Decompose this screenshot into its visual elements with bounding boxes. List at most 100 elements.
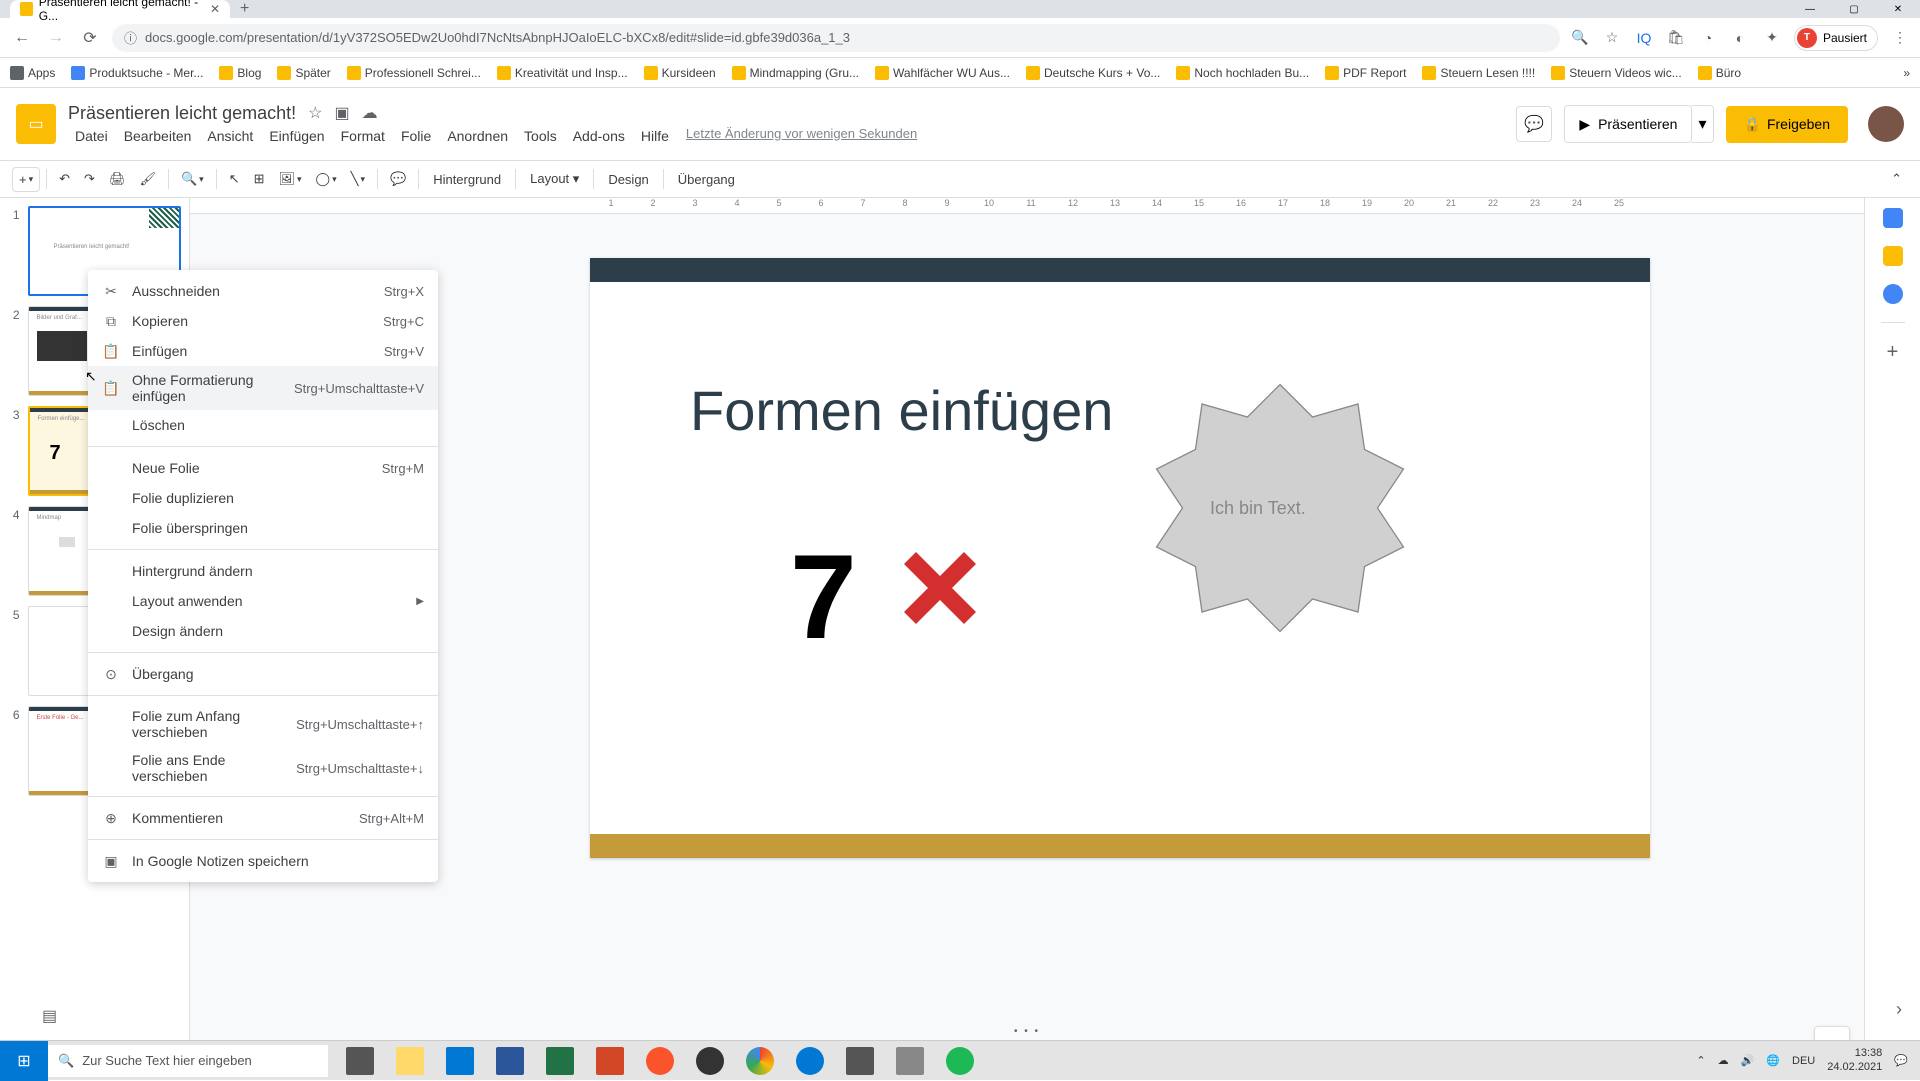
- start-button[interactable]: ⊞: [0, 1041, 48, 1081]
- task-view-icon[interactable]: [336, 1041, 384, 1081]
- extension-icon[interactable]: ◐: [1730, 28, 1750, 48]
- context-menu-item[interactable]: Design ändern: [88, 616, 438, 646]
- tray-clock[interactable]: 13:38 24.02.2021: [1827, 1047, 1882, 1073]
- context-menu-item[interactable]: Neue FolieStrg+M: [88, 453, 438, 483]
- context-menu-item[interactable]: Folie zum Anfang verschiebenStrg+Umschal…: [88, 702, 438, 746]
- close-window-button[interactable]: ✕: [1876, 0, 1920, 18]
- transition-button[interactable]: Übergang: [670, 168, 743, 191]
- context-menu-item[interactable]: Layout anwenden▶: [88, 586, 438, 616]
- context-menu-item[interactable]: ▣In Google Notizen speichern: [88, 846, 438, 876]
- powerpoint-icon[interactable]: [586, 1041, 634, 1081]
- bookmark-item[interactable]: Steuern Videos wic...: [1551, 66, 1682, 80]
- word-icon[interactable]: [486, 1041, 534, 1081]
- tray-lang[interactable]: DEU: [1792, 1055, 1815, 1067]
- textbox-tool[interactable]: ⊞: [248, 167, 271, 191]
- explorer-icon[interactable]: [386, 1041, 434, 1081]
- bookmarks-overflow[interactable]: »: [1903, 66, 1910, 80]
- context-menu-item[interactable]: Löschen: [88, 410, 438, 440]
- filmstrip-view-icon[interactable]: ▤: [42, 1006, 57, 1026]
- doc-title[interactable]: Präsentieren leicht gemacht!: [68, 103, 296, 124]
- extension-icon[interactable]: ◔: [1698, 28, 1718, 48]
- zoom-button[interactable]: 🔍▾: [175, 167, 210, 191]
- slides-logo-icon[interactable]: ▭: [16, 104, 56, 144]
- background-button[interactable]: Hintergrund: [425, 168, 509, 191]
- app-icon[interactable]: [886, 1041, 934, 1081]
- menu-addons[interactable]: Add-ons: [566, 126, 632, 146]
- close-tab-icon[interactable]: ✕: [210, 2, 220, 16]
- design-button[interactable]: Design: [600, 168, 656, 191]
- star-icon[interactable]: ☆: [308, 103, 322, 123]
- extension-icon[interactable]: 🛍: [1666, 28, 1686, 48]
- tray-notification-icon[interactable]: 💬: [1894, 1054, 1908, 1067]
- bookmark-apps[interactable]: Apps: [10, 66, 55, 80]
- undo-button[interactable]: ↶: [53, 167, 76, 191]
- shape-tool[interactable]: ◯▾: [310, 167, 343, 191]
- menu-bearbeiten[interactable]: Bearbeiten: [117, 126, 199, 146]
- context-menu-item[interactable]: Hintergrund ändern: [88, 556, 438, 586]
- context-menu-item[interactable]: Folie ans Ende verschiebenStrg+Umschaltt…: [88, 746, 438, 790]
- bookmark-item[interactable]: Wahlfächer WU Aus...: [875, 66, 1010, 80]
- next-arrow-icon[interactable]: ›: [1896, 999, 1902, 1020]
- slide-title-text[interactable]: Formen einfügen: [690, 378, 1113, 443]
- excel-icon[interactable]: [536, 1041, 584, 1081]
- menu-einfuegen[interactable]: Einfügen: [262, 126, 331, 146]
- menu-tools[interactable]: Tools: [517, 126, 564, 146]
- minimize-button[interactable]: —: [1788, 0, 1832, 18]
- extensions-puzzle-icon[interactable]: ✦: [1762, 28, 1782, 48]
- bookmark-star-icon[interactable]: ☆: [1602, 28, 1622, 48]
- slide-canvas[interactable]: Formen einfügen 7 Ich bin Text.: [590, 258, 1650, 858]
- present-dropdown[interactable]: ▾: [1692, 105, 1713, 143]
- site-info-icon[interactable]: ⓘ: [124, 28, 137, 47]
- menu-hilfe[interactable]: Hilfe: [634, 126, 676, 146]
- zoom-icon[interactable]: 🔍: [1570, 28, 1590, 48]
- select-tool[interactable]: ↖: [223, 167, 246, 191]
- brave-icon[interactable]: [636, 1041, 684, 1081]
- new-tab-button[interactable]: +: [240, 0, 249, 18]
- menu-anordnen[interactable]: Anordnen: [440, 126, 515, 146]
- bookmark-item[interactable]: Blog: [219, 66, 261, 80]
- share-button[interactable]: 🔒Freigeben: [1726, 106, 1848, 143]
- bookmark-item[interactable]: Kreativität und Insp...: [497, 66, 628, 80]
- chrome-icon[interactable]: [736, 1041, 784, 1081]
- context-menu-item[interactable]: 📋EinfügenStrg+V: [88, 336, 438, 366]
- app-icon[interactable]: [836, 1041, 884, 1081]
- present-button[interactable]: ▶Präsentieren: [1564, 105, 1692, 143]
- bookmark-item[interactable]: Büro: [1698, 66, 1741, 80]
- slide-number-object[interactable]: 7: [790, 528, 857, 666]
- tray-network-icon[interactable]: 🌐: [1766, 1054, 1780, 1067]
- back-button[interactable]: ←: [10, 26, 34, 50]
- spotify-icon[interactable]: [936, 1041, 984, 1081]
- edge-icon[interactable]: [786, 1041, 834, 1081]
- bookmark-item[interactable]: PDF Report: [1325, 66, 1406, 80]
- menu-folie[interactable]: Folie: [394, 126, 438, 146]
- context-menu-item[interactable]: 📋Ohne Formatierung einfügenStrg+Umschalt…: [88, 366, 438, 410]
- tray-volume-icon[interactable]: 🔊: [1741, 1054, 1755, 1067]
- bookmark-item[interactable]: Deutsche Kurs + Vo...: [1026, 66, 1160, 80]
- edge-legacy-icon[interactable]: [436, 1041, 484, 1081]
- menu-format[interactable]: Format: [334, 126, 392, 146]
- comment-tool[interactable]: 💬: [384, 167, 412, 191]
- move-icon[interactable]: ▣: [334, 103, 349, 123]
- omnibox[interactable]: ⓘ docs.google.com/presentation/d/1yV372S…: [112, 24, 1560, 52]
- context-menu-item[interactable]: Folie überspringen: [88, 513, 438, 543]
- context-menu-item[interactable]: ⧉KopierenStrg+C: [88, 306, 438, 336]
- tray-cloud-icon[interactable]: ☁: [1718, 1054, 1729, 1067]
- comments-button[interactable]: 💬: [1516, 106, 1552, 142]
- maximize-button[interactable]: ▢: [1832, 0, 1876, 18]
- redo-button[interactable]: ↷: [78, 167, 101, 191]
- menu-datei[interactable]: Datei: [68, 126, 115, 146]
- line-tool[interactable]: ╲▾: [345, 167, 371, 191]
- layout-button[interactable]: Layout ▾: [522, 167, 587, 191]
- collapse-toolbar-icon[interactable]: ⌃: [1885, 167, 1908, 191]
- bookmark-item[interactable]: Später: [277, 66, 330, 80]
- bookmark-item[interactable]: Kursideen: [644, 66, 716, 80]
- tray-chevron-icon[interactable]: ⌃: [1696, 1054, 1705, 1067]
- bookmark-item[interactable]: Noch hochladen Bu...: [1176, 66, 1309, 80]
- paint-format-button[interactable]: 🖌: [133, 167, 162, 191]
- context-menu-item[interactable]: ⊙Übergang: [88, 659, 438, 689]
- context-menu-item[interactable]: Folie duplizieren: [88, 483, 438, 513]
- keep-icon[interactable]: [1883, 246, 1903, 266]
- last-edit-text[interactable]: Letzte Änderung vor wenigen Sekunden: [686, 126, 917, 146]
- tasks-icon[interactable]: [1883, 284, 1903, 304]
- browser-tab[interactable]: Präsentieren leicht gemacht! - G... ✕: [10, 0, 230, 18]
